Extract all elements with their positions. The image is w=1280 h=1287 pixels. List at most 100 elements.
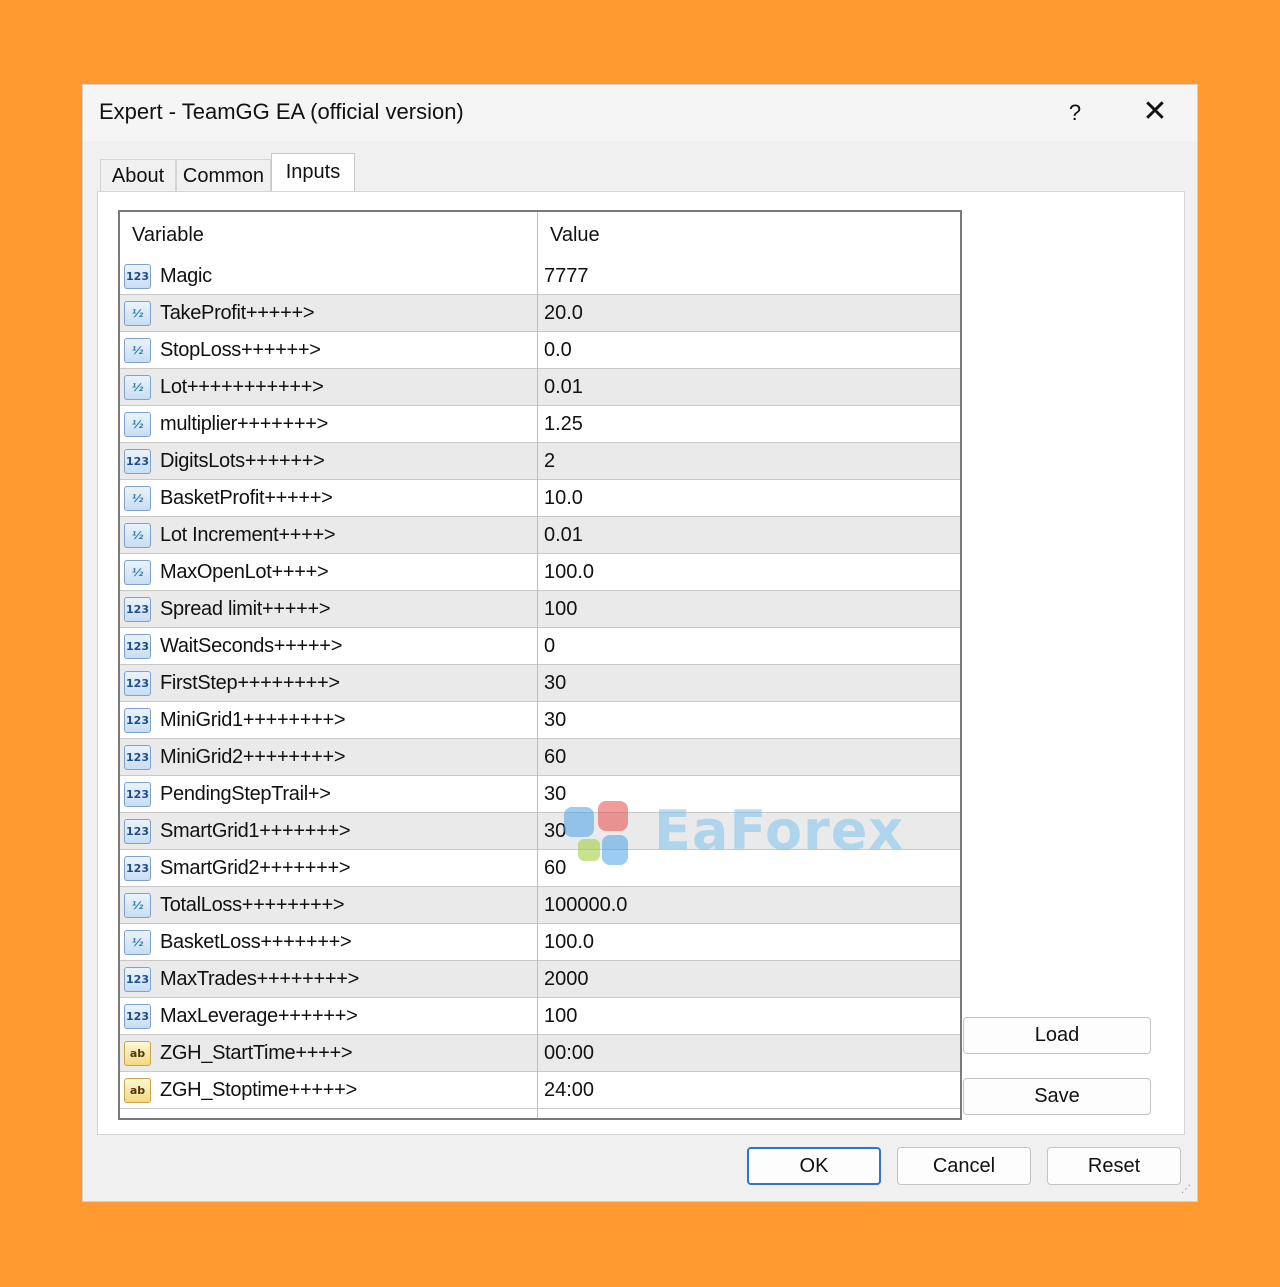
table-row[interactable]: 123 WaitSeconds+++++> 0 (120, 628, 960, 665)
column-divider[interactable] (537, 212, 538, 1118)
int-type-icon: 123 (124, 819, 151, 844)
variable-value[interactable]: 20.0 (544, 295, 583, 331)
table-row[interactable]: ½ Lot+++++++++++> 0.01 (120, 369, 960, 406)
table-row[interactable]: ½ BasketProfit+++++> 10.0 (120, 480, 960, 517)
variable-name: FirstStep++++++++> (160, 672, 340, 694)
grid-header: Variable Value (120, 212, 960, 258)
expert-properties-dialog: Expert - TeamGG EA (official version) ? … (82, 84, 1198, 1202)
double-type-icon: ½ (124, 338, 151, 363)
double-type-icon: ½ (124, 375, 151, 400)
variable-name: MaxOpenLot++++> (160, 561, 329, 583)
double-type-icon: ½ (124, 412, 151, 437)
table-row[interactable]: ½ multiplier+++++++> 1.25 (120, 406, 960, 443)
variable-name: MiniGrid2++++++++> (160, 746, 346, 768)
variable-value[interactable]: 0.01 (544, 517, 583, 553)
variable-name: DigitsLots++++++> (160, 450, 325, 472)
string-type-icon: ab (124, 1078, 151, 1103)
reset-button[interactable]: Reset (1047, 1147, 1181, 1185)
int-type-icon: 123 (124, 634, 151, 659)
tab-inputs[interactable]: Inputs (271, 153, 355, 193)
int-type-icon: 123 (124, 264, 151, 289)
table-row[interactable]: 123 PendingStepTrail+> 30 (120, 776, 960, 813)
double-type-icon: ½ (124, 560, 151, 585)
table-row[interactable]: 123 MaxLeverage++++++> 100 (120, 998, 960, 1035)
variable-value[interactable]: 1.25 (544, 406, 583, 442)
table-row[interactable]: ½ StopLoss++++++> 0.0 (120, 332, 960, 369)
table-row[interactable]: 123 FirstStep++++++++> 30 (120, 665, 960, 702)
inputs-grid: Variable Value 123 Magic 7777 ½ TakeProfit++… (118, 210, 962, 1120)
variable-value[interactable]: 24:00 (544, 1072, 594, 1108)
variable-value[interactable]: 0 (544, 628, 555, 664)
column-header-variable[interactable]: Variable (132, 212, 204, 258)
title-bar[interactable]: Expert - TeamGG EA (official version) ? … (83, 85, 1197, 141)
double-type-icon: ½ (124, 486, 151, 511)
tab-about[interactable]: About (100, 159, 176, 191)
variable-name: SmartGrid1+++++++> (160, 820, 351, 842)
tab-common[interactable]: Common (176, 159, 271, 191)
variable-value[interactable]: 100 (544, 591, 577, 627)
string-type-icon: ab (124, 1041, 151, 1066)
variable-value[interactable]: 0.01 (544, 369, 583, 405)
variable-value[interactable]: 100.0 (544, 554, 594, 590)
variable-value[interactable]: 30 (544, 813, 566, 849)
table-row[interactable]: 123 MiniGrid2++++++++> 60 (120, 739, 960, 776)
variable-value[interactable]: 100000.0 (544, 887, 627, 923)
table-row[interactable]: 123 Magic 7777 (120, 258, 960, 295)
variable-name: TakeProfit+++++> (160, 302, 315, 324)
table-row[interactable]: ½ TakeProfit+++++> 20.0 (120, 295, 960, 332)
cancel-button[interactable]: Cancel (897, 1147, 1031, 1185)
table-row[interactable]: 123 DigitsLots++++++> 2 (120, 443, 960, 480)
variable-value[interactable]: 0.0 (544, 332, 572, 368)
variable-value[interactable]: 100.0 (544, 924, 594, 960)
variable-value[interactable]: 2 (544, 443, 555, 479)
table-row[interactable]: ½ BasketLoss+++++++> 100.0 (120, 924, 960, 961)
variable-name: PendingStepTrail+> (160, 783, 331, 805)
table-row[interactable]: 123 Spread limit+++++> 100 (120, 591, 960, 628)
variable-value[interactable]: 100 (544, 998, 577, 1034)
save-button[interactable]: Save (963, 1078, 1151, 1115)
int-type-icon: 123 (124, 1004, 151, 1029)
close-button[interactable]: ✕ (1135, 93, 1175, 133)
int-type-icon: 123 (124, 745, 151, 770)
help-button[interactable]: ? (1055, 93, 1095, 133)
variable-name: MiniGrid1++++++++> (160, 709, 346, 731)
table-row[interactable]: ½ MaxOpenLot++++> 100.0 (120, 554, 960, 591)
table-row[interactable]: ab ZGH_Stoptime+++++> 24:00 (120, 1072, 960, 1109)
variable-name: BasketLoss+++++++> (160, 931, 352, 953)
variable-value[interactable]: 7777 (544, 258, 589, 294)
variable-value[interactable]: 00:00 (544, 1035, 594, 1071)
table-row[interactable]: 123 MaxTrades++++++++> 2000 (120, 961, 960, 998)
variable-value[interactable]: 30 (544, 665, 566, 701)
variable-value[interactable]: 60 (544, 739, 566, 775)
int-type-icon: 123 (124, 967, 151, 992)
variable-name: StopLoss++++++> (160, 339, 321, 361)
variable-value[interactable]: 30 (544, 702, 566, 738)
double-type-icon: ½ (124, 930, 151, 955)
table-row[interactable]: 123 SmartGrid2+++++++> 60 (120, 850, 960, 887)
window-title: Expert - TeamGG EA (official version) (99, 99, 464, 124)
table-row[interactable]: 123 MiniGrid1++++++++> 30 (120, 702, 960, 739)
variable-name: Spread limit+++++> (160, 598, 331, 620)
resize-grip-icon[interactable]: ⋰ (1179, 1183, 1193, 1197)
load-button[interactable]: Load (963, 1017, 1151, 1054)
int-type-icon: 123 (124, 597, 151, 622)
ok-button[interactable]: OK (747, 1147, 881, 1185)
inputs-panel: Variable Value 123 Magic 7777 ½ TakeProfit++… (97, 191, 1185, 1135)
table-row[interactable]: ½ Lot Increment++++> 0.01 (120, 517, 960, 554)
variable-name: multiplier+++++++> (160, 413, 329, 435)
double-type-icon: ½ (124, 301, 151, 326)
variable-value[interactable]: 10.0 (544, 480, 583, 516)
column-header-value[interactable]: Value (550, 212, 600, 258)
variable-name: Lot Increment++++> (160, 524, 336, 546)
variable-name: Magic (160, 265, 212, 287)
variable-name: Lot+++++++++++> (160, 376, 324, 398)
table-row[interactable]: ½ TotalLoss++++++++> 100000.0 (120, 887, 960, 924)
int-type-icon: 123 (124, 671, 151, 696)
variable-value[interactable]: 60 (544, 850, 566, 886)
variable-value[interactable]: 30 (544, 776, 566, 812)
table-row[interactable]: ab ZGH_StartTime++++> 00:00 (120, 1035, 960, 1072)
double-type-icon: ½ (124, 893, 151, 918)
variable-value[interactable]: 2000 (544, 961, 589, 997)
variable-name: SmartGrid2+++++++> (160, 857, 351, 879)
table-row[interactable]: 123 SmartGrid1+++++++> 30 (120, 813, 960, 850)
